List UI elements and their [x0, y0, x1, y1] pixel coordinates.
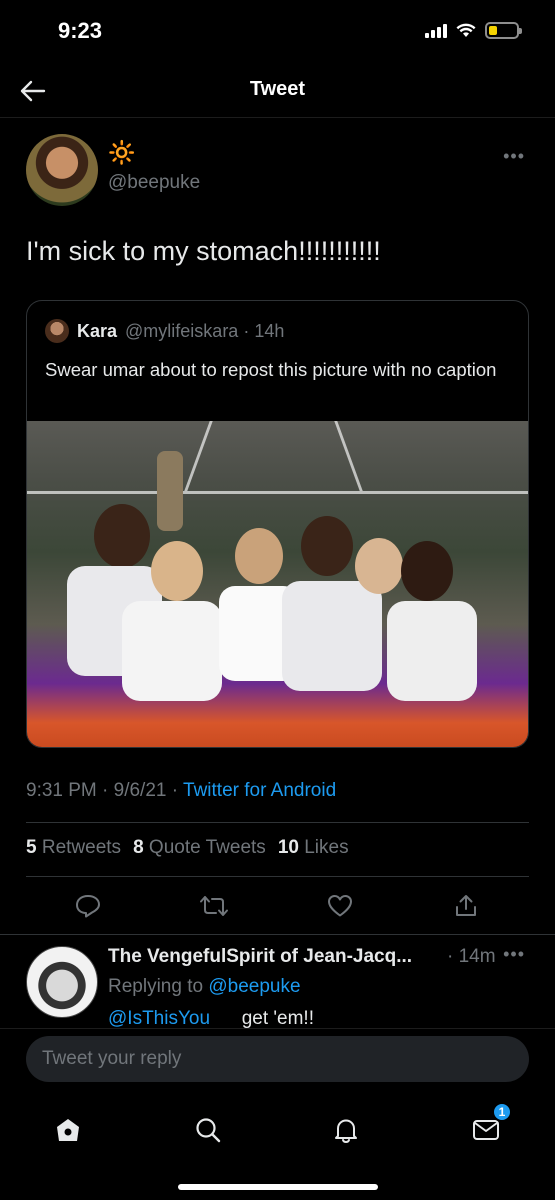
- tweet-actions: [26, 886, 529, 926]
- author-avatar[interactable]: [26, 134, 98, 206]
- reply-avatar[interactable]: [26, 946, 98, 1018]
- more-options-icon[interactable]: •••: [503, 146, 525, 167]
- retweets-label: Retweets: [41, 837, 122, 858]
- heart-icon: [328, 895, 352, 917]
- replying-to-handle[interactable]: @beepuke: [208, 976, 300, 997]
- quotes-stat[interactable]: 8 Quote Tweets: [133, 837, 266, 859]
- quote-photo[interactable]: [27, 421, 528, 747]
- tab-notifications[interactable]: [326, 1110, 366, 1150]
- like-button[interactable]: [320, 886, 360, 926]
- author-handle[interactable]: @beepuke: [108, 172, 200, 194]
- search-icon: [196, 1118, 221, 1143]
- replying-to: Replying to @beepuke: [108, 976, 301, 998]
- reply-text: @IsThisYou get 'em!!: [108, 1008, 314, 1028]
- reply-input[interactable]: [26, 1036, 529, 1082]
- quote-author-name: Kara: [77, 320, 118, 341]
- share-icon: [456, 895, 476, 916]
- home-icon: [57, 1119, 79, 1141]
- quote-avatar: [45, 319, 69, 343]
- author-display-name[interactable]: 🔆: [108, 140, 135, 166]
- reply-compose[interactable]: [26, 1036, 529, 1082]
- likes-stat[interactable]: 10 Likes: [278, 837, 349, 859]
- bell-icon: [335, 1119, 357, 1143]
- divider: [0, 934, 555, 935]
- reply-author-name[interactable]: The VengefulSpirit of Jean-Jacq...: [108, 946, 412, 968]
- cellular-signal-icon: [425, 23, 447, 38]
- status-indicators: [425, 22, 522, 39]
- status-bar: 9:23: [0, 0, 555, 64]
- replying-to-label: Replying to: [108, 976, 209, 997]
- page-title: Tweet: [249, 78, 306, 100]
- reply-button[interactable]: [68, 886, 108, 926]
- quote-header: Kara @mylifeiskara · 14h: [45, 319, 284, 343]
- quotes-label: Quote Tweets: [148, 837, 266, 858]
- photo-people-silhouettes: [67, 451, 477, 701]
- nav-header: Tweet: [0, 64, 555, 118]
- reply-body-text: get 'em!!: [241, 1008, 314, 1028]
- tab-messages[interactable]: 1: [466, 1102, 512, 1150]
- tweet-stats: 5 Retweets 8 Quote Tweets 10 Likes: [26, 837, 349, 859]
- tab-search[interactable]: [188, 1110, 228, 1150]
- retweet-icon: [200, 896, 228, 916]
- quote-text: Swear umar about to repost this picture …: [45, 359, 497, 380]
- retweet-button[interactable]: [194, 886, 234, 926]
- battery-icon: [485, 22, 522, 39]
- divider: [26, 876, 529, 877]
- timestamp-text: 9:31 PM · 9/6/21 ·: [26, 780, 184, 801]
- tweet-timestamp: 9:31 PM · 9/6/21 · Twitter for Android: [26, 780, 336, 802]
- reply-icon: [76, 895, 100, 918]
- mail-icon: [473, 1120, 499, 1140]
- tweet-text: I'm sick to my stomach!!!!!!!!!!!: [26, 236, 381, 266]
- retweets-stat[interactable]: 5 Retweets: [26, 837, 121, 859]
- tweet-source-link[interactable]: Twitter for Android: [183, 780, 336, 801]
- retweets-count: 5: [26, 837, 37, 858]
- status-time: 9:23: [58, 18, 103, 43]
- reply-more-options-icon[interactable]: •••: [503, 944, 525, 965]
- likes-label: Likes: [304, 837, 349, 858]
- quotes-count: 8: [133, 837, 144, 858]
- wifi-icon: [456, 23, 476, 37]
- reply-time: · 14m: [447, 946, 496, 967]
- quote-author-meta: @mylifeiskara · 14h: [125, 320, 285, 341]
- messages-badge: 1: [492, 1102, 512, 1122]
- tab-home[interactable]: [48, 1110, 88, 1150]
- reply-mention[interactable]: @IsThisYou: [108, 1008, 210, 1028]
- share-button[interactable]: [446, 886, 486, 926]
- quoted-tweet[interactable]: Kara @mylifeiskara · 14h Swear umar abou…: [26, 300, 529, 748]
- likes-count: 10: [277, 837, 299, 858]
- home-indicator: [178, 1184, 378, 1190]
- divider: [26, 822, 529, 823]
